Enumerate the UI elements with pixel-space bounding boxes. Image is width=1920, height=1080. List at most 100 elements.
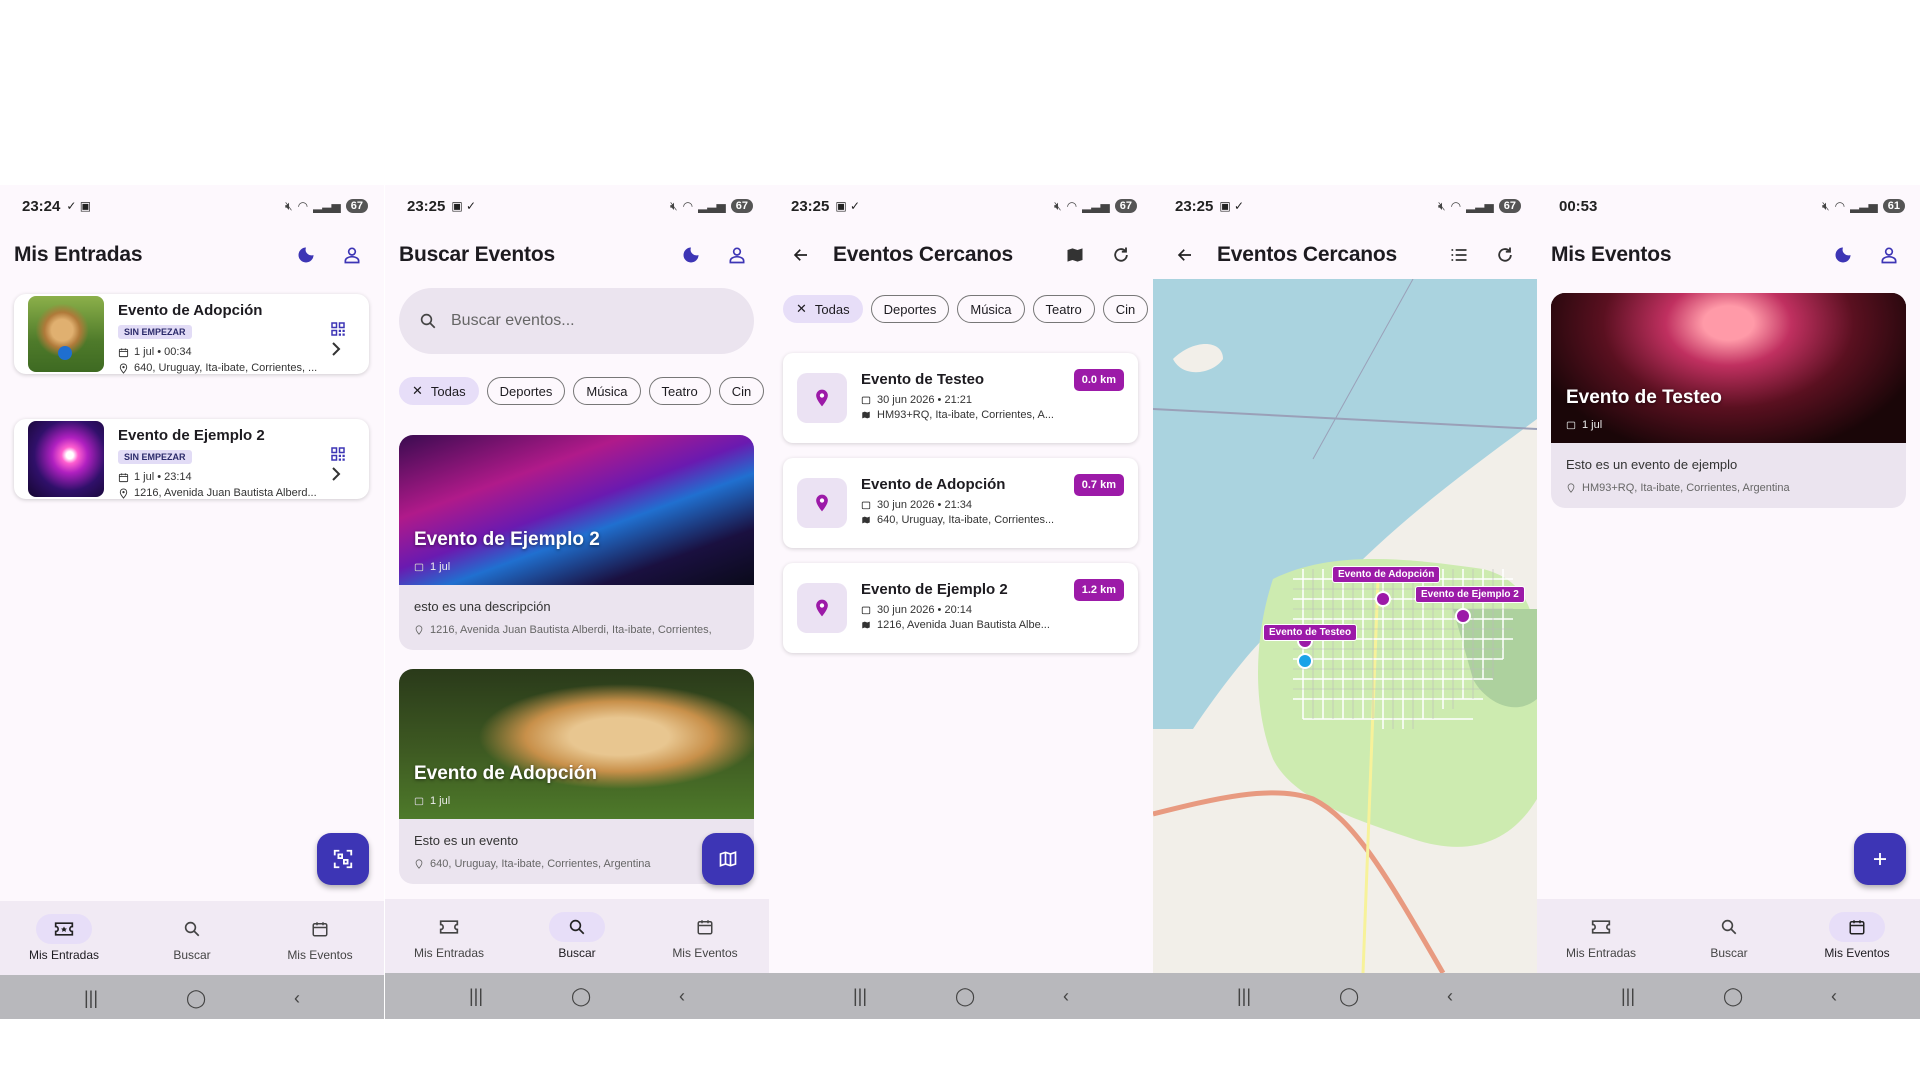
ticket-info: Evento de Ejemplo 2 SIN EMPEZAR 1 jul • … <box>118 427 357 499</box>
search-icon <box>1721 919 1737 935</box>
nav-mis-entradas[interactable]: Mis Entradas <box>385 899 513 973</box>
nav-label: Mis Entradas <box>28 948 100 962</box>
close-icon: ✕ <box>412 383 423 398</box>
nav-mis-entradas[interactable]: Mis Entradas <box>0 901 128 975</box>
ticket-card[interactable]: Evento de Ejemplo 2 SIN EMPEZAR 1 jul • … <box>14 419 369 499</box>
back-icon[interactable]: ‹ <box>1831 986 1837 1007</box>
status-icons: 🔇︎ ◠ ▂▃▅ 67 <box>670 199 753 214</box>
status-bar: 23:25 ▣ ✓ 🔇︎ ◠ ▂▃▅ 67 <box>769 185 1153 227</box>
chip-deportes[interactable]: Deportes <box>486 377 566 405</box>
nav-mis-eventos[interactable]: Mis Eventos <box>641 899 769 973</box>
app-bar: Mis Eventos <box>1537 227 1920 283</box>
screen-mis-entradas: 23:24 ✓ ▣ 🔇︎ ◠ ▂▃▅ 67 Mis Entradas Evento d… <box>0 185 384 1019</box>
event-location-text: 640, Uruguay, Ita-ibate, Corrientes, Arg… <box>430 858 651 870</box>
home-icon[interactable]: ◯ <box>571 986 591 1007</box>
map-icon <box>862 411 870 419</box>
pin-container <box>797 583 847 633</box>
back-icon[interactable]: ‹ <box>1063 986 1069 1007</box>
nav-buscar[interactable]: Buscar <box>128 901 256 975</box>
recents-icon[interactable]: ||| <box>469 986 483 1007</box>
map-marker-adopcion[interactable] <box>1375 591 1391 607</box>
mute-icon: 🔇︎ <box>1822 198 1830 213</box>
chip-cine[interactable]: Cin <box>718 377 765 405</box>
recents-icon[interactable]: ||| <box>84 988 98 1009</box>
chip-musica[interactable]: Música <box>573 377 641 405</box>
pin-container <box>797 373 847 423</box>
map-label-ejemplo-2[interactable]: Evento de Ejemplo 2 <box>1415 586 1525 603</box>
profile-button[interactable] <box>719 237 755 273</box>
back-icon[interactable]: ‹ <box>1447 986 1453 1007</box>
mute-icon: 🔇︎ <box>670 198 678 213</box>
back-button[interactable] <box>1167 237 1203 273</box>
dark-mode-toggle[interactable] <box>1825 237 1861 273</box>
event-card[interactable]: Evento de Ejemplo 2 1 jul esto es una de… <box>399 435 754 650</box>
refresh-button[interactable] <box>1103 237 1139 273</box>
nav-mis-entradas[interactable]: Mis Entradas <box>1537 899 1665 973</box>
map-view[interactable]: Evento de Adopción Evento de Ejemplo 2 E… <box>1153 279 1537 973</box>
nearby-event-card[interactable]: Evento de Adopción 30 jun 2026 • 21:34 6… <box>783 458 1138 548</box>
recents-icon[interactable]: ||| <box>853 986 867 1007</box>
chip-deportes[interactable]: Deportes <box>870 295 950 323</box>
recents-icon[interactable]: ||| <box>1237 986 1251 1007</box>
plus-icon <box>1874 853 1886 865</box>
profile-button[interactable] <box>1871 237 1907 273</box>
home-icon[interactable]: ◯ <box>186 988 206 1009</box>
status-bar: 23:25 ▣ ✓ 🔇︎ ◠ ▂▃▅ 67 <box>1153 185 1537 227</box>
add-event-fab[interactable] <box>1854 833 1906 885</box>
dark-mode-toggle[interactable] <box>288 237 324 273</box>
status-time: 23:25 <box>1175 197 1214 215</box>
nearby-event-card[interactable]: Evento de Testeo 30 jun 2026 • 21:21 HM9… <box>783 353 1138 443</box>
event-description: esto es una descripción <box>414 599 551 614</box>
nav-mis-eventos[interactable]: Mis Eventos <box>1793 899 1920 973</box>
map-label-testeo[interactable]: Evento de Testeo <box>1263 624 1358 641</box>
category-chips: ✕ Todas Deportes Música Teatro Cin <box>399 377 765 405</box>
back-icon[interactable]: ‹ <box>679 986 685 1007</box>
nav-mis-eventos[interactable]: Mis Eventos <box>256 901 384 975</box>
nearby-address: HM93+RQ, Ita-ibate, Corrientes, A... <box>861 409 1124 421</box>
chip-cine[interactable]: Cin <box>1102 295 1149 323</box>
recents-icon[interactable]: ||| <box>1621 986 1635 1007</box>
my-event-card[interactable]: Evento de Testeo 1 jul Esto es un evento… <box>1551 293 1906 508</box>
qr-code-button[interactable] <box>329 445 347 468</box>
map-label-adopcion[interactable]: Evento de Adopción <box>1332 566 1441 583</box>
chip-teatro[interactable]: Teatro <box>1032 295 1095 323</box>
list-icon <box>1451 249 1467 261</box>
map-view-button[interactable] <box>1057 237 1093 273</box>
ticket-card[interactable]: Evento de Adopción SIN EMPEZAR 1 jul • 0… <box>14 294 369 374</box>
signal-icon: ▂▃▅ <box>1466 199 1494 213</box>
map-view-fab[interactable] <box>702 833 754 885</box>
app-bar: Eventos Cercanos <box>769 227 1153 283</box>
nearby-event-card[interactable]: Evento de Ejemplo 2 30 jun 2026 • 20:14 … <box>783 563 1138 653</box>
chip-musica[interactable]: Música <box>957 295 1025 323</box>
location-pin-icon <box>816 389 828 407</box>
event-thumbnail <box>28 296 104 372</box>
map-icon <box>862 621 870 629</box>
status-notification-icons: ▣ ✓ <box>451 199 477 213</box>
chip-todas[interactable]: ✕ Todas <box>783 295 863 323</box>
chip-teatro[interactable]: Teatro <box>648 377 711 405</box>
battery-indicator: 67 <box>1498 199 1521 213</box>
home-icon[interactable]: ◯ <box>1339 986 1359 1007</box>
home-icon[interactable]: ◯ <box>955 986 975 1007</box>
mute-icon: 🔇︎ <box>1438 198 1446 213</box>
event-card[interactable]: Evento de Adopción 1 jul Esto es un even… <box>399 669 754 884</box>
location-pin-icon <box>415 625 423 635</box>
chip-todas[interactable]: ✕ Todas <box>399 377 479 405</box>
list-view-button[interactable] <box>1441 237 1477 273</box>
search-input[interactable]: Buscar eventos... <box>399 288 754 354</box>
event-date: 1 jul <box>414 561 450 573</box>
nav-buscar[interactable]: Buscar <box>1665 899 1793 973</box>
qr-code-button[interactable] <box>329 320 347 343</box>
dark-mode-toggle[interactable] <box>673 237 709 273</box>
profile-button[interactable] <box>334 237 370 273</box>
home-icon[interactable]: ◯ <box>1723 986 1743 1007</box>
refresh-button[interactable] <box>1487 237 1523 273</box>
scan-qr-fab[interactable] <box>317 833 369 885</box>
map-marker-ejemplo-2[interactable] <box>1455 608 1471 624</box>
bottom-navigation: Mis Entradas Buscar Mis Eventos <box>0 901 384 975</box>
status-badge: SIN EMPEZAR <box>118 325 192 339</box>
back-button[interactable] <box>783 237 819 273</box>
wifi-icon: ◠ <box>682 199 694 213</box>
nav-buscar[interactable]: Buscar <box>513 899 641 973</box>
back-icon[interactable]: ‹ <box>294 988 300 1009</box>
